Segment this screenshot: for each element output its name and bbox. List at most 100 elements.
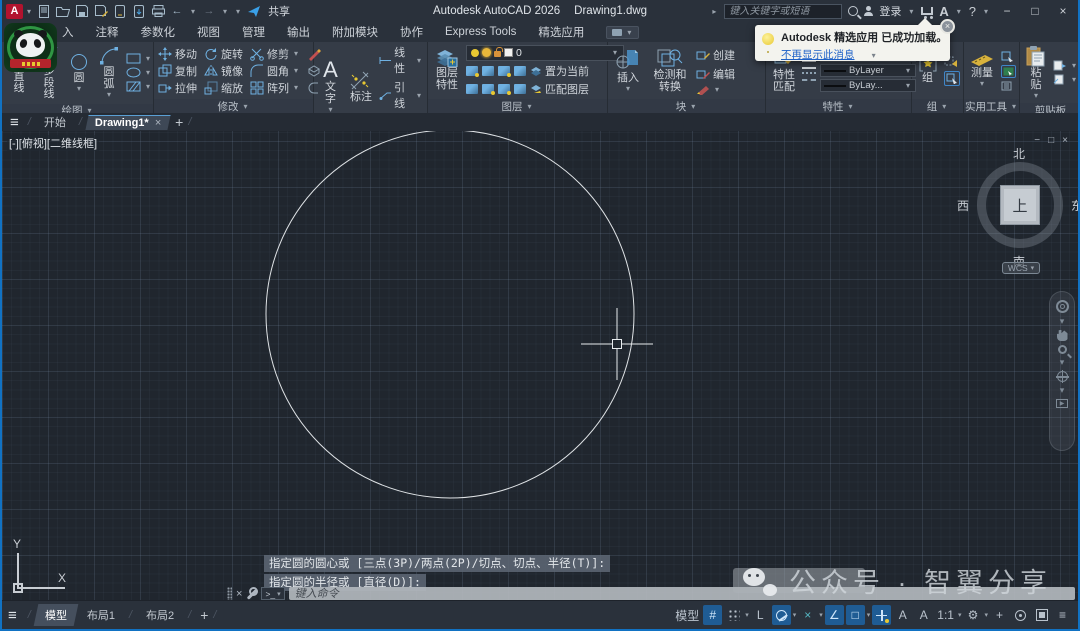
search-icon[interactable] xyxy=(848,6,858,16)
tab-manage[interactable]: 管理 xyxy=(242,24,265,40)
mirror-button[interactable]: 镜像 xyxy=(204,63,243,79)
object-snap-toggle[interactable]: □ xyxy=(846,605,865,625)
text-button[interactable]: A 文字 ▾ xyxy=(318,58,343,113)
start-tab[interactable]: 开始 xyxy=(36,113,74,131)
notification-dismiss-link[interactable]: 不再显示此消息 xyxy=(781,47,855,62)
panel-label-block[interactable]: 块▾ xyxy=(608,99,765,113)
new-layout-button[interactable]: + xyxy=(200,607,208,623)
tab-insert-partial[interactable]: 入 xyxy=(62,24,74,40)
quick-select-button[interactable] xyxy=(1001,51,1016,62)
viewcube[interactable]: 上 北 南 西 东 xyxy=(974,159,1066,251)
rotate-button[interactable]: 旋转 xyxy=(204,46,243,62)
orbit-icon[interactable] xyxy=(1057,371,1068,382)
minimize-button[interactable]: − xyxy=(996,4,1018,18)
arc-button[interactable]: 圆弧 ▾ xyxy=(96,45,122,100)
viewcube-top-face[interactable]: 上 xyxy=(1000,185,1040,225)
osnap-chevron-icon[interactable]: ▾ xyxy=(867,611,871,619)
autodesk-a-icon[interactable]: A xyxy=(939,4,948,19)
notification-chevron-icon[interactable]: ▾ xyxy=(872,51,876,60)
grid-toggle[interactable]: # xyxy=(703,605,722,625)
isolate-objects-button[interactable] xyxy=(1011,605,1030,625)
array-button[interactable]: 阵列▾ xyxy=(250,80,300,96)
user-icon[interactable] xyxy=(864,7,873,16)
autoscale-toggle[interactable]: A xyxy=(914,605,933,625)
group-edit-button[interactable] xyxy=(944,71,960,86)
rectangle-button[interactable]: ▾ xyxy=(126,53,152,64)
osnap-tracking-toggle[interactable]: ∠ xyxy=(825,605,844,625)
tab-output[interactable]: 输出 xyxy=(287,24,310,40)
leader-button[interactable]: 引线▾ xyxy=(379,79,423,111)
viewcube-west[interactable]: 西 xyxy=(957,197,969,214)
stretch-button[interactable]: 拉伸 xyxy=(158,80,197,96)
polar-tracking-toggle[interactable] xyxy=(772,605,791,625)
save-as-button[interactable] xyxy=(94,4,108,18)
workspace-chevron-icon[interactable]: ▾ xyxy=(984,611,988,619)
ortho-toggle[interactable]: L xyxy=(751,605,770,625)
open-file-button[interactable] xyxy=(56,4,70,18)
viewport-controls[interactable]: [-][俯视][二维线框] xyxy=(7,135,99,151)
steering-wheel-icon[interactable] xyxy=(1056,300,1069,313)
tab-parametric[interactable]: 参数化 xyxy=(141,24,176,40)
layer-freeze-icon[interactable] xyxy=(482,66,494,76)
circle-button[interactable]: 圆 ▾ xyxy=(66,51,92,95)
move-button[interactable]: 移动 xyxy=(158,46,197,62)
linetype-dropdown[interactable]: ByLay... ▾ xyxy=(820,79,916,92)
snap-chevron-icon[interactable]: ▾ xyxy=(745,611,749,619)
annotation-scale-button[interactable]: 1:1 xyxy=(935,605,956,625)
workspace-gear-button[interactable]: ⚙ xyxy=(963,605,982,625)
copy-button[interactable]: 复制 xyxy=(158,63,197,79)
share-icon[interactable] xyxy=(247,4,261,18)
trim-button[interactable]: 修剪▾ xyxy=(250,46,300,62)
linear-dim-button[interactable]: 线性▾ xyxy=(379,44,423,76)
orbit-chevron-icon[interactable]: ▾ xyxy=(1060,386,1065,395)
save-button[interactable] xyxy=(75,4,89,18)
open-from-web-mobile-button[interactable] xyxy=(132,4,146,18)
file-tab-menu-icon[interactable]: ≡ xyxy=(10,114,19,131)
layer-unisolate-icon[interactable] xyxy=(466,84,478,94)
drawing-canvas[interactable]: [-][俯视][二维线框] − □ × 上 北 南 西 东 WCS ▾ ▾ ▾ … xyxy=(2,131,1078,602)
fillet-button[interactable]: 圆角▾ xyxy=(250,63,300,79)
panel-label-modify[interactable]: 修改▾ xyxy=(154,99,313,113)
dimension-button[interactable]: 标注 xyxy=(347,70,375,105)
plot-button[interactable] xyxy=(151,4,165,18)
command-bar-close-icon[interactable]: × xyxy=(236,588,242,600)
edit-block-button[interactable]: 编辑 xyxy=(696,66,735,82)
viewcube-east[interactable]: 东 xyxy=(1071,197,1078,214)
cut-clip-button[interactable]: ▾ xyxy=(1053,74,1078,85)
search-collapse-icon[interactable]: ▸ xyxy=(712,7,716,16)
ellipse-button[interactable]: ▾ xyxy=(126,67,152,78)
layer-dropdown[interactable]: 0 ▾ xyxy=(466,45,624,61)
copy-clip-button[interactable]: ▾ xyxy=(1053,60,1078,71)
search-input[interactable] xyxy=(724,4,842,19)
dynamic-input-toggle[interactable] xyxy=(872,605,891,625)
tab-express-tools[interactable]: Express Tools xyxy=(445,26,516,38)
show-motion-icon[interactable]: ▶ xyxy=(1056,399,1068,408)
set-current-layer-button[interactable]: 置为当前 xyxy=(530,63,589,79)
isodraft-chevron-icon[interactable]: ▾ xyxy=(819,611,823,619)
command-customize-icon[interactable] xyxy=(246,588,257,599)
maximize-button[interactable]: □ xyxy=(1024,4,1046,18)
panel-label-draw[interactable]: 绘图▾ xyxy=(2,104,153,113)
layer-thaw-all-icon[interactable] xyxy=(482,84,494,94)
select-similar-button[interactable] xyxy=(1001,65,1016,78)
model-tab[interactable]: 模型 xyxy=(33,604,78,626)
tab-view[interactable]: 视图 xyxy=(197,24,220,40)
quick-calculator-button[interactable] xyxy=(1001,81,1016,91)
wheel-chevron-icon[interactable]: ▾ xyxy=(1060,317,1065,326)
tab-featured-apps[interactable]: 精选应用 xyxy=(538,24,584,40)
panel-label-utilities[interactable]: 实用工具▾ xyxy=(964,99,1019,113)
layer-on-all-icon[interactable] xyxy=(498,84,510,94)
redo-chevron-icon[interactable]: ▾ xyxy=(223,7,227,16)
layer-isolate-icon[interactable] xyxy=(466,66,478,76)
command-bar-grip[interactable] xyxy=(227,587,232,600)
drawing1-tab[interactable]: Drawing1* × xyxy=(85,115,170,130)
new-file-button[interactable] xyxy=(37,4,51,18)
snap-toggle[interactable] xyxy=(724,605,743,625)
linetype-icon[interactable] xyxy=(802,72,816,81)
layout1-tab[interactable]: 布局1 xyxy=(78,604,124,626)
clean-screen-button[interactable] xyxy=(1032,605,1051,625)
viewport-restore-icon[interactable]: □ xyxy=(1048,135,1054,146)
isodraft-toggle[interactable]: × xyxy=(798,605,817,625)
annotation-monitor-button[interactable]: + xyxy=(990,605,1009,625)
zoom-chevron-icon[interactable]: ▾ xyxy=(1060,358,1065,367)
